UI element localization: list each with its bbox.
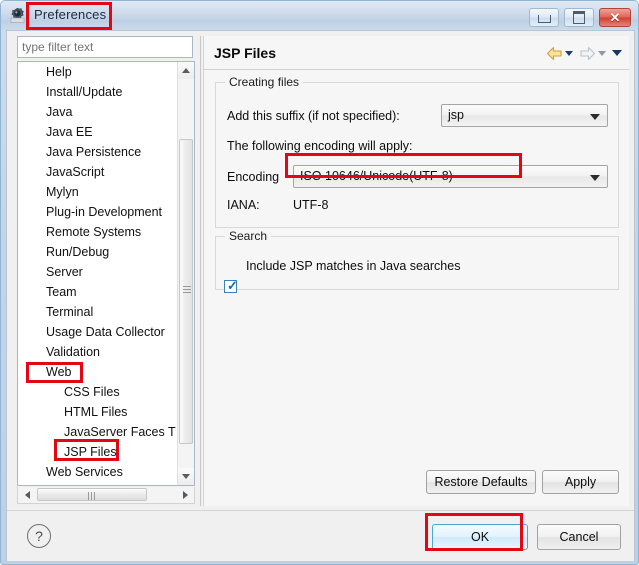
- encoding-combo-value: ISO 10646/Unicode(UTF-8): [300, 169, 453, 183]
- encoding-note-label: The following encoding will apply:: [227, 139, 413, 153]
- filter-input[interactable]: [17, 36, 193, 58]
- tree-item[interactable]: JavaServer Faces T: [18, 422, 180, 442]
- view-menu-dropdown-icon[interactable]: [612, 43, 622, 63]
- tree-item[interactable]: Plug-in Development: [18, 202, 180, 222]
- tree-item[interactable]: Web Services: [18, 462, 180, 482]
- tree-item[interactable]: CSS Files: [18, 382, 180, 402]
- tree-item[interactable]: Usage Data Collector: [18, 322, 180, 342]
- tree-item[interactable]: HTML Files: [18, 402, 180, 422]
- tree-item[interactable]: Server: [18, 262, 180, 282]
- tree-item[interactable]: JavaScript: [18, 162, 180, 182]
- forward-arrow-icon: [579, 43, 596, 63]
- tree-item[interactable]: Remote Systems: [18, 222, 180, 242]
- page-header: JSP Files: [204, 36, 629, 70]
- tree-item[interactable]: Java: [18, 102, 180, 122]
- tree-item[interactable]: Team: [18, 282, 180, 302]
- vertical-scrollbar-thumb[interactable]: [179, 139, 193, 444]
- tree-item[interactable]: Run/Debug: [18, 242, 180, 262]
- page-title: JSP Files: [214, 45, 277, 61]
- scrollbar-grip-icon: [183, 286, 191, 295]
- scroll-down-arrow-icon[interactable]: [178, 468, 194, 485]
- scroll-up-arrow-icon[interactable]: [178, 62, 194, 79]
- title-bar: Preferences ✕: [1, 1, 638, 30]
- tree-item[interactable]: Java Persistence: [18, 142, 180, 162]
- suffix-combo[interactable]: jsp: [441, 104, 608, 127]
- tree-item-list: Help Install/Update Java Java EE Java Persis…: [18, 62, 180, 485]
- tree-horizontal-scrollbar[interactable]: [17, 487, 195, 504]
- creating-files-group-title: Creating files: [225, 75, 304, 89]
- creating-files-group: Creating files Add this suffix (if not s…: [215, 75, 619, 228]
- tree-item[interactable]: Help: [18, 62, 180, 82]
- search-group-title: Search: [225, 229, 272, 243]
- preferences-window-icon: [10, 7, 25, 23]
- tree-item[interactable]: Validation: [18, 342, 180, 362]
- tree-item[interactable]: Install/Update: [18, 82, 180, 102]
- page-navigation: [546, 43, 622, 63]
- suffix-combo-value: jsp: [448, 108, 464, 122]
- dialog-content: HelpInstall/UpdateJavaJava EEJava Persis…: [6, 30, 635, 561]
- maximize-icon: [565, 9, 593, 26]
- tree-item[interactable]: Web: [18, 362, 180, 382]
- hscrollbar-grip-icon: [88, 492, 97, 500]
- suffix-label: Add this suffix (if not specified):: [227, 109, 400, 123]
- iana-value: UTF-8: [293, 198, 329, 212]
- preference-page-jsp-files: JSP Files Creating files Add this suffix…: [203, 36, 629, 506]
- help-icon[interactable]: ?: [27, 524, 51, 548]
- apply-button[interactable]: Apply: [542, 470, 619, 494]
- preferences-dialog-window: Preferences ✕ HelpInstall/UpdateJavaJava…: [0, 0, 639, 565]
- restore-defaults-button[interactable]: Restore Defaults: [426, 470, 536, 494]
- preferences-tree[interactable]: Help Install/Update Java Java EE Java Persis…: [17, 61, 195, 486]
- scroll-right-arrow-icon[interactable]: [177, 487, 193, 502]
- include-jsp-matches-checkbox[interactable]: ✓: [224, 278, 238, 293]
- include-jsp-matches-label[interactable]: Include JSP matches in Java searches: [246, 259, 460, 273]
- iana-label: IANA:: [227, 198, 260, 212]
- tree-item[interactable]: Java EE: [18, 122, 180, 142]
- encoding-label: Encoding: [227, 170, 280, 184]
- tree-vertical-scrollbar[interactable]: [177, 62, 194, 485]
- back-arrow-icon[interactable]: [546, 43, 563, 63]
- scroll-left-arrow-icon[interactable]: [19, 487, 35, 502]
- horizontal-scrollbar-thumb[interactable]: [37, 488, 147, 501]
- tree-item[interactable]: JSP Files: [18, 442, 180, 462]
- chevron-down-icon: [590, 114, 600, 120]
- dialog-footer: ? OK Cancel: [7, 510, 634, 561]
- tree-item[interactable]: Terminal: [18, 302, 180, 322]
- window-title: Preferences: [34, 7, 107, 22]
- minimize-icon: [530, 9, 558, 26]
- encoding-combo[interactable]: ISO 10646/Unicode(UTF-8): [293, 165, 608, 188]
- checkmark-icon: ✓: [227, 278, 238, 293]
- forward-dropdown-icon: [598, 43, 606, 63]
- ok-button[interactable]: OK: [432, 524, 528, 550]
- close-icon: ✕: [609, 10, 621, 25]
- maximize-button[interactable]: [564, 8, 594, 27]
- cancel-button[interactable]: Cancel: [537, 524, 621, 550]
- chevron-down-icon: [590, 175, 600, 181]
- back-dropdown-icon[interactable]: [565, 43, 573, 63]
- search-group: Search Include JSP matches in Java searc…: [215, 229, 619, 290]
- tree-item[interactable]: Mylyn: [18, 182, 180, 202]
- close-button[interactable]: ✕: [599, 8, 631, 27]
- minimize-button[interactable]: [529, 8, 559, 27]
